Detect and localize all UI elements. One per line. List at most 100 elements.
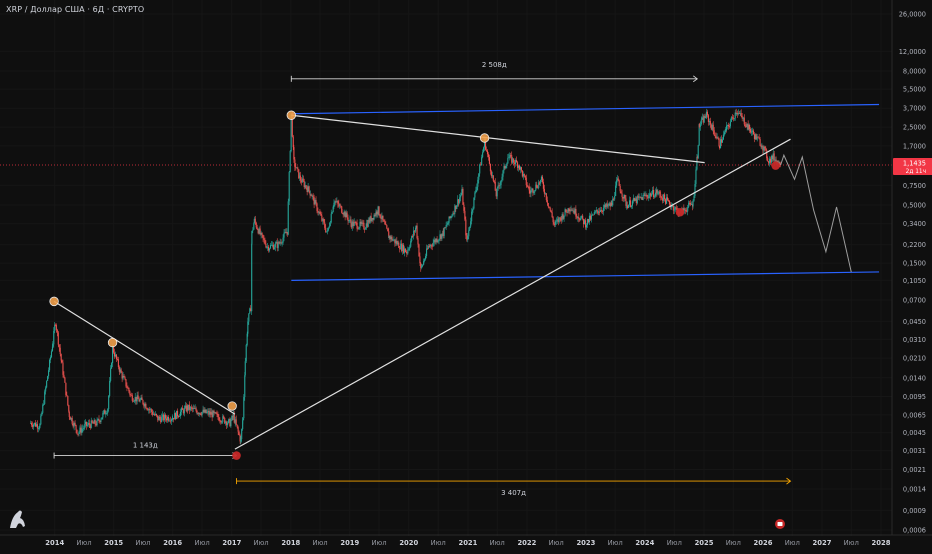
candle-body — [473, 197, 475, 209]
candle-body — [668, 200, 671, 205]
candle-body — [432, 242, 434, 247]
candle-body — [663, 194, 665, 201]
candle-body — [304, 185, 306, 188]
candle-body — [706, 111, 708, 116]
candle-body — [102, 412, 104, 418]
candle-body — [362, 222, 364, 224]
candle-body — [80, 427, 82, 433]
candle-body — [116, 359, 118, 360]
candle-body — [300, 180, 302, 183]
candle-body — [86, 424, 88, 426]
candle-body — [30, 422, 32, 424]
candle-body — [689, 202, 691, 204]
y-tick-label: 0,0045 — [903, 429, 926, 437]
candle-body — [355, 222, 357, 223]
trendline[interactable] — [291, 114, 705, 164]
candle-body — [692, 200, 694, 207]
candle-body — [520, 167, 522, 171]
candle-body — [539, 182, 541, 184]
candle-body — [481, 157, 483, 166]
candle-body — [684, 209, 686, 211]
candle-body — [384, 221, 386, 225]
pivot-low-marker[interactable] — [232, 451, 241, 460]
candle-body — [556, 219, 558, 221]
candle-body — [247, 321, 249, 334]
candle-body — [686, 211, 688, 213]
candle-body — [263, 238, 265, 240]
candle-body — [208, 411, 210, 415]
y-tick-label: 0,0095 — [903, 393, 926, 401]
candle-body — [509, 155, 511, 158]
candle-body — [217, 413, 219, 418]
y-tick-label: 0,0700 — [903, 296, 926, 304]
candle-body — [447, 222, 449, 225]
candle-body — [532, 188, 534, 193]
pivot-high-marker[interactable] — [286, 110, 297, 120]
candle-body — [616, 178, 618, 181]
candle-body — [289, 151, 291, 173]
candle-body — [299, 175, 301, 181]
candle-body — [132, 400, 134, 402]
candle-body — [691, 204, 693, 206]
pivot-low-marker[interactable] — [771, 161, 780, 170]
candle-body — [123, 375, 125, 378]
candle-body — [708, 121, 710, 123]
candle-body — [253, 223, 255, 230]
candle-body — [366, 223, 368, 227]
candle-body — [50, 351, 53, 358]
candle-body — [82, 428, 84, 430]
candle-body — [502, 170, 504, 177]
chart-root[interactable]: XRP / Доллар США · 6Д · CRYPTO 1 143д 2 5… — [0, 0, 932, 550]
projection-path[interactable] — [780, 153, 852, 273]
candle-body — [650, 193, 652, 197]
candle-body — [141, 397, 143, 401]
candle-body — [578, 217, 580, 219]
candle-body — [182, 409, 184, 414]
candle-body — [303, 181, 305, 188]
candle-body — [699, 124, 701, 127]
pivot-high-marker[interactable] — [107, 337, 118, 348]
pivot-high-marker[interactable] — [479, 133, 490, 143]
candle-body — [562, 214, 564, 219]
candle-body — [94, 420, 96, 425]
candle-body — [330, 213, 332, 223]
candle-body — [543, 188, 545, 194]
candle-body — [318, 212, 320, 213]
candle-body — [507, 157, 509, 164]
candle-body — [381, 215, 383, 219]
candle-body — [371, 218, 373, 222]
candle-body — [143, 403, 145, 407]
candle-body — [31, 422, 33, 426]
candle-body — [508, 157, 510, 159]
pivot-low-marker[interactable] — [675, 207, 685, 217]
candle-body — [633, 198, 635, 201]
candle-body — [749, 124, 751, 130]
candle-body — [745, 125, 747, 127]
candle-body — [713, 130, 715, 136]
candle-body — [619, 185, 621, 192]
chart-canvas[interactable]: 1 143д 2 508д 3 407д 26,0000 12,0000 8,0000 5,… — [0, 0, 932, 550]
candle-body — [267, 246, 269, 248]
candle-body — [544, 193, 546, 195]
y-tick-label: 2,5000 — [903, 124, 926, 132]
candle-body — [33, 422, 36, 425]
candle-body — [488, 157, 490, 164]
candle-body — [176, 410, 178, 420]
candle-body — [337, 201, 339, 204]
candle-body — [105, 413, 107, 415]
candle-body — [446, 224, 448, 226]
candle-body — [150, 409, 152, 411]
candle-body — [728, 126, 730, 128]
candle-body — [533, 191, 535, 193]
candle-body — [747, 124, 749, 130]
candle-body — [104, 410, 106, 415]
candle-body — [34, 422, 37, 427]
candle-body — [494, 181, 496, 191]
pivot-high-marker[interactable] — [49, 296, 59, 307]
candle-body — [419, 256, 421, 264]
pivot-high-marker[interactable] — [227, 401, 237, 411]
candle-body — [469, 226, 471, 231]
candle-body — [255, 222, 257, 228]
candle-body — [71, 417, 73, 424]
candle-body — [768, 161, 770, 164]
